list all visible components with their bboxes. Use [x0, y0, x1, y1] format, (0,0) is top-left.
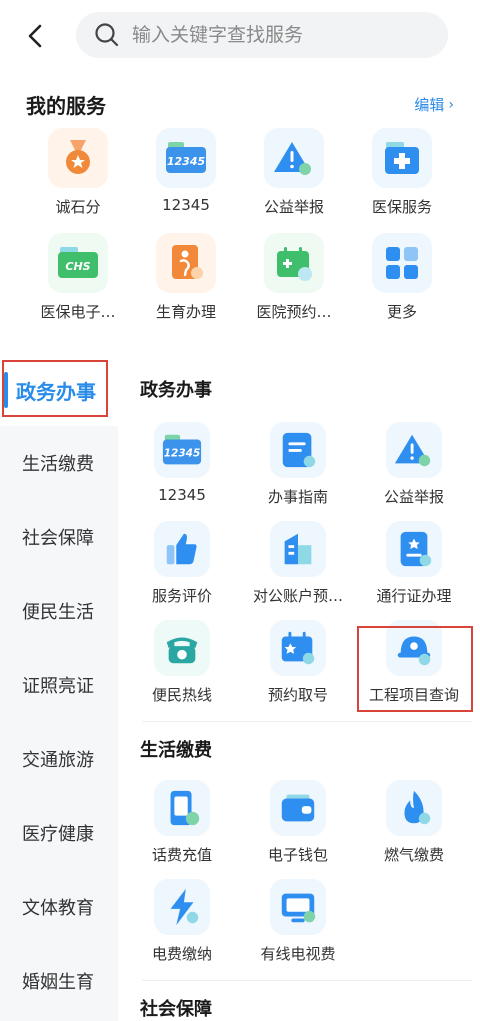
service-item[interactable]: 预约取号: [240, 620, 356, 705]
service-item[interactable]: 话费充值: [124, 780, 240, 865]
service-label: 便民热线: [151, 686, 212, 704]
thumbs-up-icon: [154, 521, 210, 577]
my-service-label: 医院预约…: [256, 303, 332, 321]
chs-card-icon: CHS: [48, 233, 108, 293]
service-panel: 政务办事 12345 12345 办事指南 公益举报 服务评价 对公账户预… 通…: [118, 354, 480, 1021]
section-title: 生活缴费: [140, 740, 212, 761]
search-bar[interactable]: [76, 12, 448, 58]
service-label: 办事指南: [267, 488, 328, 506]
service-label: 预约取号: [267, 686, 328, 704]
service-item[interactable]: 办事指南: [240, 422, 356, 507]
gas-flame-icon: [386, 780, 442, 836]
section-title: 政务办事: [140, 380, 212, 401]
service-label: 公益举报: [383, 488, 444, 506]
sidebar-item-social-security[interactable]: 社会保障: [0, 500, 118, 574]
hospital-appointment-icon: [264, 233, 324, 293]
medical-insurance-icon: [372, 128, 432, 188]
tv-icon: [270, 879, 326, 935]
service-item[interactable]: 服务评价: [124, 521, 240, 606]
hotline-12345-icon: 12345: [156, 128, 216, 188]
wallet-icon: [270, 780, 326, 836]
edit-label: 编辑: [414, 96, 445, 114]
service-item[interactable]: 公益举报: [356, 422, 472, 507]
calendar-ticket-icon: [270, 620, 326, 676]
svg-text:12345: 12345: [164, 448, 201, 460]
bank-building-icon: [270, 521, 326, 577]
my-services-title: 我的服务: [26, 94, 106, 118]
service-item[interactable]: 通行证办理: [356, 521, 472, 606]
my-service-item[interactable]: 公益举报: [240, 128, 348, 217]
service-label: 工程项目查询: [368, 686, 459, 704]
my-service-label: 公益举报: [263, 198, 324, 216]
service-item[interactable]: 对公账户预…: [240, 521, 356, 606]
service-item[interactable]: 有线电视费: [240, 879, 356, 964]
telephone-icon: [154, 620, 210, 676]
my-service-item[interactable]: 医保服务: [348, 128, 456, 217]
my-service-item[interactable]: CHS 医保电子…: [24, 233, 132, 322]
lightning-icon: [154, 879, 210, 935]
pass-document-icon: [386, 521, 442, 577]
service-label: 有线电视费: [260, 945, 336, 963]
service-item[interactable]: 工程项目查询: [356, 620, 472, 705]
sidebar-item-culture-education[interactable]: 文体教育: [0, 870, 118, 944]
sidebar-item-convenience[interactable]: 便民生活: [0, 574, 118, 648]
phone-recharge-icon: [154, 780, 210, 836]
section-title: 社会保障: [140, 999, 212, 1020]
warning-report-icon: [264, 128, 324, 188]
top-bar: [0, 0, 480, 72]
my-service-item[interactable]: 12345 12345: [132, 128, 240, 217]
my-service-label: 更多: [386, 303, 417, 321]
svg-text:CHS: CHS: [65, 260, 90, 273]
my-service-label: 生育办理: [155, 303, 216, 321]
my-service-item[interactable]: 更多: [348, 233, 456, 322]
service-label: 燃气缴费: [383, 846, 444, 864]
medal-icon: [48, 128, 108, 188]
sidebar-item-living-payment[interactable]: 生活缴费: [0, 426, 118, 500]
back-button[interactable]: [20, 20, 52, 52]
my-service-item[interactable]: 诚石分: [24, 128, 132, 217]
service-label: 服务评价: [151, 587, 212, 605]
maternity-icon: [156, 233, 216, 293]
service-label: 对公账户预…: [252, 587, 343, 605]
service-label: 电费缴纳: [151, 945, 212, 963]
my-service-label: 医保电子…: [40, 303, 116, 321]
sidebar-item-licenses[interactable]: 证照亮证: [0, 648, 118, 722]
service-label: 12345: [158, 486, 206, 504]
my-services-grid: 诚石分 12345 12345 公益举报 医保服务 CHS 医保电子… 生育办理: [24, 128, 456, 322]
service-label: 通行证办理: [376, 587, 452, 605]
my-service-item[interactable]: 生育办理: [132, 233, 240, 322]
chevron-left-icon: [28, 24, 42, 48]
search-icon: [95, 23, 119, 47]
warning-report-icon: [386, 422, 442, 478]
section-grid: 12345 12345 办事指南 公益举报 服务评价 对公账户预… 通行证办理 …: [124, 422, 480, 705]
service-item[interactable]: 电子钱包: [240, 780, 356, 865]
sidebar-item-healthcare[interactable]: 医疗健康: [0, 796, 118, 870]
section-grid: 话费充值 电子钱包 燃气缴费 电费缴纳 有线电视费: [124, 780, 480, 964]
edit-button[interactable]: 编辑 ›: [414, 94, 454, 115]
my-service-label: 诚石分: [55, 198, 101, 216]
my-service-label: 医保服务: [371, 198, 432, 216]
service-label: 话费充值: [151, 846, 212, 864]
sidebar-item-government[interactable]: 政务办事: [0, 354, 118, 426]
sidebar-item-traffic-travel[interactable]: 交通旅游: [0, 722, 118, 796]
service-item[interactable]: 12345 12345: [124, 422, 240, 507]
hardhat-icon: [386, 620, 442, 676]
category-sidebar: 政务办事 生活缴费 社会保障 便民生活 证照亮证 交通旅游 医疗健康 文体教育 …: [0, 354, 118, 1021]
guide-document-icon: [270, 422, 326, 478]
hotline-12345-icon: 12345: [154, 422, 210, 478]
chevron-right-icon: ›: [448, 96, 454, 113]
service-item[interactable]: 电费缴纳: [124, 879, 240, 964]
search-input[interactable]: [132, 24, 422, 46]
more-grid-icon: [372, 233, 432, 293]
my-service-label: 12345: [162, 196, 210, 214]
sidebar-item-marriage-birth[interactable]: 婚姻生育: [0, 944, 118, 1018]
service-item[interactable]: 便民热线: [124, 620, 240, 705]
service-label: 电子钱包: [267, 846, 328, 864]
svg-text:12345: 12345: [167, 155, 206, 168]
my-service-item[interactable]: 医院预约…: [240, 233, 348, 322]
service-item[interactable]: 燃气缴费: [356, 780, 472, 865]
